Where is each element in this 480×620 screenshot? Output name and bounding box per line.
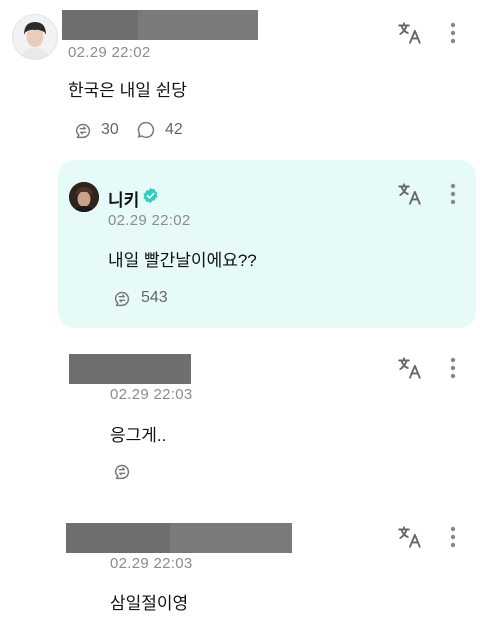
comment-timestamp: 02.29 22:02 (108, 212, 191, 229)
avatar[interactable] (69, 182, 99, 212)
repost-icon[interactable] (111, 460, 133, 482)
avatar-portrait (13, 15, 57, 59)
translate-icon[interactable] (397, 524, 423, 550)
repost-count: 30 (101, 121, 119, 138)
translate-icon[interactable] (397, 355, 423, 381)
repost-icon[interactable] (72, 119, 94, 141)
translate-icon[interactable] (397, 181, 423, 207)
more-vertical-icon[interactable] (449, 525, 457, 549)
avatar-portrait (69, 182, 99, 212)
comment-text: 삼일절이영 (110, 594, 189, 613)
author-name[interactable]: 니키 (108, 186, 139, 211)
redacted-username (138, 10, 258, 40)
redacted-username (66, 523, 170, 553)
redacted-username (170, 523, 292, 553)
more-vertical-icon[interactable] (449, 182, 457, 206)
more-vertical-icon[interactable] (449, 21, 457, 45)
avatar[interactable] (12, 14, 58, 60)
comment-timestamp: 02.29 22:03 (110, 386, 193, 403)
more-vertical-icon[interactable] (449, 356, 457, 380)
reply-count: 42 (165, 121, 183, 138)
comment-timestamp: 02.29 22:02 (68, 44, 151, 61)
reply-icon[interactable] (135, 119, 157, 141)
redacted-username (69, 354, 191, 384)
repost-count: 543 (141, 289, 168, 306)
redacted-username (62, 10, 138, 40)
repost-icon[interactable] (111, 287, 133, 309)
comment-text: 내일 빨간날이에요?? (108, 251, 257, 270)
comment-text: 한국은 내일 쉰당 (68, 81, 187, 100)
comment-timestamp: 02.29 22:03 (110, 555, 193, 572)
verified-badge-icon (143, 187, 158, 204)
translate-icon[interactable] (397, 20, 423, 46)
comment-text: 응그게.. (110, 426, 167, 445)
